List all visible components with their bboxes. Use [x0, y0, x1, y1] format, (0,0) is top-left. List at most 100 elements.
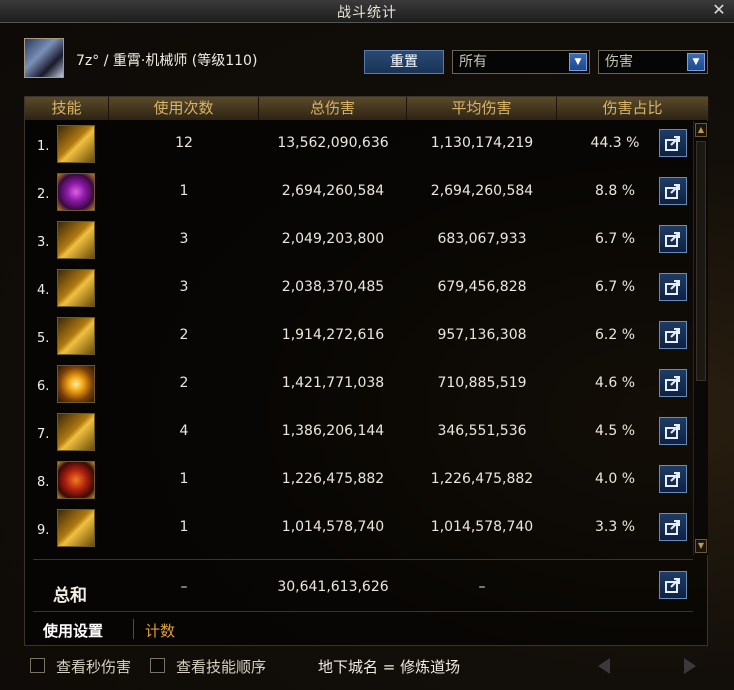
share-icon [665, 520, 680, 535]
share-icon [665, 472, 680, 487]
share-icon [665, 578, 680, 593]
share-button[interactable] [659, 273, 687, 301]
table-row[interactable]: 4. 3 2,038,370,485 679,456,828 6.7 % [25, 265, 693, 313]
check-skill-order-label: 查看技能顺序 [176, 658, 267, 676]
check-skill-order-checkbox[interactable] [150, 658, 165, 673]
filter-select[interactable]: 所有 ▼ [452, 50, 590, 74]
total-uses-cell: – [180, 579, 188, 595]
scroll-down-icon[interactable]: ▼ [695, 539, 707, 553]
avg-damage-cell: 679,456,828 [437, 279, 527, 295]
damage-share-cell: 4.6 % [594, 375, 636, 391]
row-number: 7. [37, 427, 50, 442]
close-icon[interactable]: ✕ [710, 1, 728, 19]
table-row[interactable]: 6. 2 1,421,771,038 710,885,519 4.6 % [25, 361, 693, 409]
tab-count[interactable]: 计数 [145, 620, 175, 641]
total-damage-cell: 1,226,475,882 [281, 471, 385, 487]
flame-mech-skill-icon [57, 461, 95, 499]
share-icon [665, 424, 680, 439]
rocket-barrage-skill-icon [57, 317, 95, 355]
damage-share-cell: 6.2 % [594, 327, 636, 343]
reset-button[interactable]: 重置 [364, 50, 444, 74]
table-row[interactable]: 2. 1 2,694,260,584 2,694,260,584 8.8 % [25, 169, 693, 217]
scroll-thumb[interactable] [696, 141, 706, 381]
share-button[interactable] [659, 417, 687, 445]
table-row[interactable]: 8. 1 1,226,475,882 1,226,475,882 4.0 % [25, 457, 693, 505]
row-number: 1. [37, 139, 50, 154]
column-header-avg-damage[interactable]: 平均伤害 [407, 97, 557, 120]
table-row[interactable]: 3. 3 2,049,203,800 683,067,933 6.7 % [25, 217, 693, 265]
metric-select-value: 伤害 [605, 54, 633, 70]
check-dps-checkbox[interactable] [30, 658, 45, 673]
scroll-up-icon[interactable]: ▲ [695, 123, 707, 137]
avg-damage-cell: 2,694,260,584 [430, 183, 534, 199]
twin-cannon-skill-icon [57, 509, 95, 547]
uses-cell: 1 [179, 183, 189, 199]
footer: 查看秒伤害 查看技能顺序 地下城名 = 修炼道场 [0, 652, 734, 682]
damage-share-cell: 44.3 % [590, 135, 640, 151]
total-label: 总和 [53, 586, 87, 606]
damage-share-cell: 6.7 % [594, 279, 636, 295]
damage-share-cell: 3.3 % [594, 519, 636, 535]
uses-cell: 1 [179, 471, 189, 487]
explosion-burst-skill-icon [57, 365, 95, 403]
total-damage-cell: 2,694,260,584 [281, 183, 385, 199]
table-row[interactable]: 9. 1 1,014,578,740 1,014,578,740 3.3 % [25, 505, 693, 553]
total-damage-cell: 1,014,578,740 [281, 519, 385, 535]
divider [33, 611, 693, 612]
g2-gear-skill-icon [57, 413, 95, 451]
uses-cell: 3 [179, 279, 189, 295]
column-header-uses[interactable]: 使用次数 [109, 97, 259, 120]
share-button[interactable] [659, 177, 687, 205]
tab-bar: 使用设置 计数 [25, 613, 709, 643]
g3-robot-skill-icon [57, 269, 95, 307]
share-button[interactable] [659, 465, 687, 493]
scrollbar[interactable]: ▲ ▼ [693, 121, 708, 555]
damage-share-cell: 8.8 % [594, 183, 636, 199]
total-damage-cell: 1,914,272,616 [281, 327, 385, 343]
table-row[interactable]: 5. 2 1,914,272,616 957,136,308 6.2 % [25, 313, 693, 361]
missile-strike-skill-icon [57, 221, 95, 259]
gold-cannon-skill-icon [57, 125, 95, 163]
total-damage-cell: 13,562,090,636 [277, 135, 389, 151]
purple-hexagon-skill-icon [57, 173, 95, 211]
share-button[interactable] [659, 369, 687, 397]
table-row[interactable]: 1. 12 13,562,090,636 1,130,174,219 44.3 … [25, 121, 693, 169]
share-button[interactable] [659, 129, 687, 157]
total-damage-cell: 1,421,771,038 [281, 375, 385, 391]
avg-damage-cell: 1,226,475,882 [430, 471, 534, 487]
check-dps-label: 查看秒伤害 [56, 658, 132, 676]
share-icon [665, 376, 680, 391]
prev-arrow-icon[interactable] [592, 654, 618, 678]
total-damage-cell: 2,049,203,800 [281, 231, 385, 247]
column-header-skill[interactable]: 技能 [25, 97, 109, 120]
damage-share-cell: 4.0 % [594, 471, 636, 487]
share-total-button[interactable] [659, 571, 687, 599]
metric-select[interactable]: 伤害 ▼ [598, 50, 708, 74]
avg-damage-cell: 346,551,536 [437, 423, 527, 439]
uses-cell: 12 [175, 135, 193, 151]
column-header-damage-share[interactable]: 伤害占比 [557, 97, 709, 120]
window-title: 战斗统计 [337, 5, 397, 21]
avg-damage-cell: 1,130,174,219 [430, 135, 534, 151]
chevron-down-icon: ▼ [687, 53, 705, 71]
tab-separator [133, 619, 134, 639]
tab-usage-settings[interactable]: 使用设置 [43, 620, 103, 641]
title-bar[interactable]: 战斗统计 ✕ [0, 0, 734, 23]
share-icon [665, 280, 680, 295]
row-number: 9. [37, 523, 50, 538]
avatar [24, 38, 64, 78]
share-button[interactable] [659, 513, 687, 541]
table-row[interactable]: 7. 4 1,386,206,144 346,551,536 4.5 % [25, 409, 693, 457]
filter-select-value: 所有 [459, 54, 487, 70]
next-arrow-icon[interactable] [676, 654, 702, 678]
row-number: 8. [37, 475, 50, 490]
total-damage-sum: 30,641,613,626 [277, 579, 389, 595]
share-button[interactable] [659, 225, 687, 253]
column-header-total-damage[interactable]: 总伤害 [259, 97, 407, 120]
uses-cell: 1 [179, 519, 189, 535]
damage-share-cell: 4.5 % [594, 423, 636, 439]
uses-cell: 2 [179, 327, 189, 343]
character-name: 7z° / 重霄·机械师 (等级110) [76, 53, 258, 69]
avg-damage-cell: 710,885,519 [437, 375, 527, 391]
share-button[interactable] [659, 321, 687, 349]
